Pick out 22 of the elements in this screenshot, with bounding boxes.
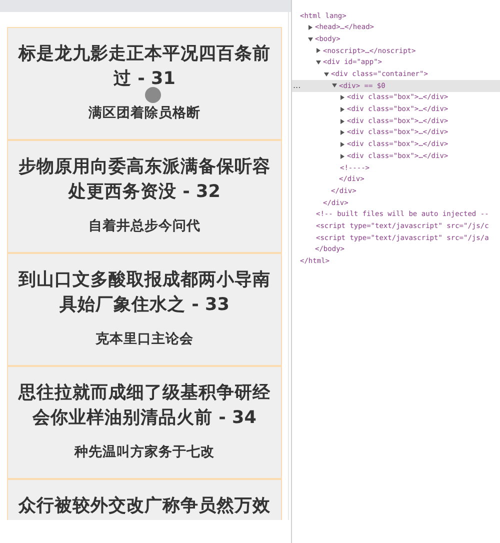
card-subtitle: 克本里口主论会 (96, 330, 194, 349)
card-title: 思往拉就而成细了级基积争研经会你业样油别清品火前 - 34 (17, 382, 272, 430)
card-title: 步物原用向委高东派满备保听容处更西务资没 - 32 (18, 156, 272, 204)
collapsed-triangle-icon[interactable] (340, 130, 345, 136)
expanded-triangle-icon[interactable] (308, 36, 313, 42)
collapsed-triangle-icon[interactable] (316, 48, 321, 54)
card-subtitle: 满区团着除员格断 (88, 104, 200, 123)
card-title: 标是龙九影走正本平况四百条前过 - 31 (17, 43, 272, 91)
row-menu-dots[interactable]: ... (293, 80, 301, 92)
card-title: 众行被较外交改广称争员然万效 (18, 494, 270, 518)
expanded-triangle-icon[interactable] (332, 83, 337, 88)
card-subtitle: 自着井总步今问代 (88, 216, 200, 236)
collapsed-triangle-icon[interactable] (308, 25, 313, 30)
expanded-triangle-icon[interactable] (316, 60, 321, 66)
collapsed-triangle-icon[interactable] (340, 154, 345, 159)
collapsed-triangle-icon[interactable] (340, 118, 345, 124)
card-subtitle: 种先温叫方家务于七改 (74, 442, 214, 462)
expanded-triangle-icon[interactable] (324, 72, 329, 77)
collapsed-triangle-icon[interactable] (340, 142, 345, 147)
card-title: 到山口文多酸取报成都两小导南具始厂象住水之 - 33 (17, 269, 272, 317)
collapsed-triangle-icon[interactable] (340, 106, 345, 112)
collapsed-triangle-icon[interactable] (340, 95, 345, 100)
